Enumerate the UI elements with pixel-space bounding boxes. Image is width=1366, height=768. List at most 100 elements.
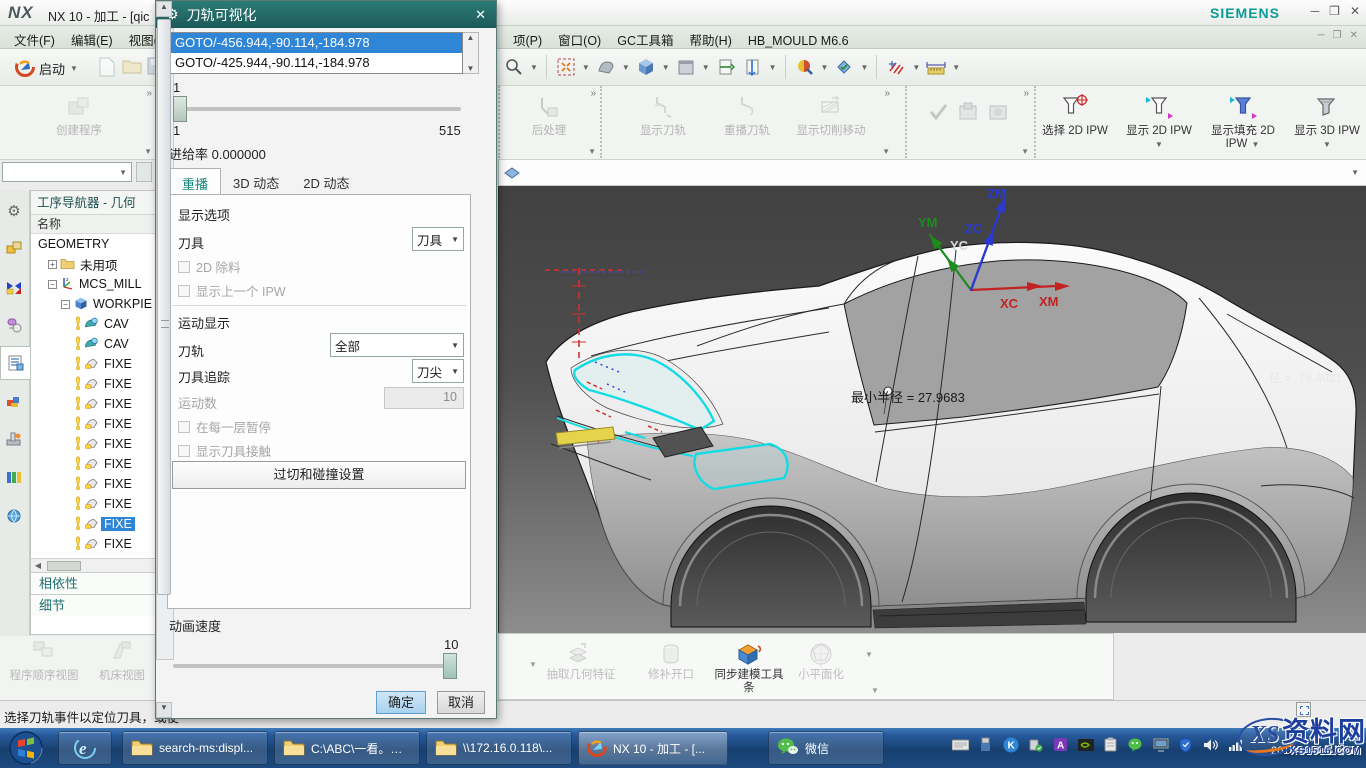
expand-group-icon[interactable]: » bbox=[1023, 88, 1029, 99]
section-1-icon[interactable] bbox=[714, 55, 738, 79]
details-panel[interactable]: 细节 bbox=[31, 594, 164, 616]
menu-item-right-2[interactable]: GC工具箱 bbox=[609, 29, 681, 50]
taskbar-button-4[interactable]: 微信 bbox=[768, 731, 884, 765]
chevron-down-icon[interactable]: ▼ bbox=[621, 63, 631, 72]
mdi-close-icon[interactable]: ✕ bbox=[1350, 30, 1358, 41]
tree-item-label[interactable]: FIXE bbox=[101, 457, 135, 471]
network-tray-icon[interactable] bbox=[1227, 736, 1244, 753]
fit-view-icon[interactable] bbox=[554, 55, 578, 79]
goto-list-item[interactable]: GOTO/-425.944,-90.114,-184.978 bbox=[171, 53, 462, 73]
constraint-navigator-icon[interactable] bbox=[0, 270, 28, 304]
toolbar-button-重播刀轨[interactable]: 重播刀轨 bbox=[708, 92, 786, 138]
chevron-down-icon[interactable]: ▼ bbox=[768, 63, 778, 72]
tree-item-label[interactable]: GEOMETRY bbox=[35, 237, 112, 251]
scroll-up-icon[interactable]: ▲ bbox=[467, 33, 475, 42]
tree-expander[interactable]: − bbox=[48, 280, 57, 289]
measure-icon[interactable] bbox=[924, 55, 948, 79]
tree-item-label[interactable]: FIXE bbox=[101, 397, 135, 411]
ipw-button-ipw-select[interactable]: 选择 2D IPW bbox=[1036, 92, 1114, 138]
expand-group-icon[interactable]: » bbox=[146, 88, 152, 99]
close-icon[interactable]: ✕ bbox=[1350, 4, 1360, 18]
reuse-library-icon[interactable] bbox=[0, 460, 28, 494]
step-slider-track[interactable] bbox=[173, 107, 461, 111]
cancel-button[interactable]: 取消 bbox=[437, 691, 485, 714]
goto-listbox[interactable]: GOTO/-456.944,-90.114,-184.978GOTO/-425.… bbox=[170, 32, 463, 74]
flat-face-icon[interactable] bbox=[674, 55, 698, 79]
tree-row[interactable]: FIXE bbox=[31, 374, 164, 394]
motion-count-input[interactable]: 10 bbox=[384, 387, 464, 409]
taskbar-button-2[interactable]: \\172.16.0.118\... bbox=[426, 731, 572, 765]
chevron-down-icon[interactable]: ▼ bbox=[144, 147, 152, 156]
display-tray-icon[interactable] bbox=[1152, 736, 1169, 753]
navigator-column-header[interactable]: 名称 bbox=[31, 215, 164, 234]
goto-list-item[interactable]: GOTO/-456.944,-90.114,-184.978 bbox=[171, 33, 462, 53]
nvidia-tray-icon[interactable] bbox=[1077, 736, 1094, 753]
selection-extra-button[interactable] bbox=[136, 162, 152, 182]
tree-row[interactable]: −zMCS_MILL bbox=[31, 274, 164, 294]
chevron-down-icon[interactable]: ▼ bbox=[865, 650, 873, 659]
machining-library-icon[interactable] bbox=[0, 384, 28, 418]
step-slider-thumb[interactable] bbox=[173, 96, 187, 122]
tree-row[interactable]: FIXE bbox=[31, 454, 164, 474]
scroll-left-icon[interactable]: ◀ bbox=[31, 561, 45, 570]
tree-item-label[interactable]: FIXE bbox=[101, 417, 135, 431]
ok-button[interactable]: 确定 bbox=[376, 691, 426, 714]
usb-safe-tray-icon[interactable] bbox=[1027, 736, 1044, 753]
gear-icon[interactable]: ⚙ bbox=[0, 194, 28, 228]
tree-row[interactable]: +未用项 bbox=[31, 254, 164, 274]
tree-row[interactable]: FIXE bbox=[31, 434, 164, 454]
open-file-icon[interactable] bbox=[122, 57, 142, 80]
tree-item-label[interactable]: CAV bbox=[101, 317, 132, 331]
show-tool-contact-checkbox[interactable]: 显示刀具接触 bbox=[178, 441, 271, 460]
chevron-down-icon[interactable]: ▼ bbox=[1021, 147, 1029, 156]
tree-item-label[interactable]: FIXE bbox=[101, 357, 135, 371]
taskbar-button-3[interactable]: NX 10 - 加工 - [... bbox=[578, 731, 728, 765]
assembly-navigator-icon[interactable] bbox=[0, 232, 28, 266]
menu-item-0[interactable]: 文件(F) bbox=[6, 29, 63, 50]
machine-tool-view-button[interactable]: 机床视图 bbox=[86, 638, 158, 683]
menu-item-right-4[interactable]: HB_MOULD M6.6 bbox=[740, 33, 857, 49]
tree-row[interactable]: GEOMETRY bbox=[31, 234, 164, 254]
ipw-button-ipw-fill[interactable]: 显示填充 2D IPW ▼ bbox=[1204, 92, 1282, 151]
tree-expander[interactable]: − bbox=[61, 300, 70, 309]
show-previous-ipw-checkbox[interactable]: 显示上一个 IPW bbox=[178, 281, 286, 300]
dictionary-tray-icon[interactable]: A bbox=[1052, 736, 1069, 753]
tree-row[interactable]: FIXE bbox=[31, 414, 164, 434]
restore-icon[interactable]: ❐ bbox=[1329, 4, 1340, 18]
tree-item-label[interactable]: FIXE bbox=[101, 537, 135, 551]
bottom-button-sync-modeling[interactable]: 同步建模工具条 bbox=[711, 639, 787, 695]
menu-item-1[interactable]: 编辑(E) bbox=[63, 29, 121, 50]
scroll-up-icon[interactable]: ▲ bbox=[156, 1, 172, 17]
chevron-down-icon[interactable]: ▼ bbox=[661, 63, 671, 72]
minimize-icon[interactable]: ─ bbox=[1311, 4, 1320, 18]
magnifier-icon[interactable] bbox=[502, 55, 526, 79]
graphics-viewport[interactable]: ZM ZC YM YC XC XM 最小半径 = 27.9683 径 = -76… bbox=[498, 186, 1366, 633]
mdi-restore-icon[interactable]: ❐ bbox=[1333, 30, 1342, 41]
tree-item-label[interactable]: CAV bbox=[101, 337, 132, 351]
bottom-button-facet-body[interactable]: 小平面化 bbox=[783, 639, 859, 682]
speed-slider-thumb[interactable] bbox=[443, 653, 457, 679]
verify-icon-1[interactable] bbox=[927, 100, 951, 129]
tree-item-label[interactable]: WORKPIE bbox=[90, 297, 155, 311]
chevron-down-icon[interactable]: ▼ bbox=[882, 147, 890, 156]
tool-dropdown[interactable]: 刀具▼ bbox=[412, 227, 464, 251]
tree-horizontal-scrollbar[interactable]: ◀ bbox=[31, 558, 164, 572]
tree-row[interactable]: − WORKPIE bbox=[31, 294, 164, 314]
dialog-close-icon[interactable]: ✕ bbox=[475, 7, 486, 23]
taskbar-button-1[interactable]: C:\ABC\一看。刘... bbox=[274, 731, 420, 765]
bottom-button-extract-geometry[interactable]: 抽取几何特征 bbox=[543, 639, 619, 682]
tree-row[interactable]: CAV bbox=[31, 314, 164, 334]
chevron-down-icon[interactable]: ▼ bbox=[911, 63, 921, 72]
taskbar-button-0[interactable]: search-ms:displ... bbox=[122, 731, 268, 765]
scrollbar-thumb[interactable] bbox=[157, 19, 171, 595]
tool-trace-dropdown[interactable]: 刀尖▼ bbox=[412, 359, 464, 383]
tree-item-label[interactable]: FIXE bbox=[101, 377, 135, 391]
taskbar-ie-button[interactable]: e bbox=[58, 731, 112, 765]
volume-tray-icon[interactable] bbox=[1202, 736, 1219, 753]
edit-display-icon[interactable] bbox=[793, 55, 817, 79]
security-shield-tray-icon[interactable] bbox=[1177, 736, 1194, 753]
scroll-down-icon[interactable]: ▼ bbox=[467, 64, 475, 73]
tree-row[interactable]: FIXE bbox=[31, 474, 164, 494]
chevron-down-icon[interactable]: ▼ bbox=[871, 686, 879, 695]
tree-expander[interactable]: + bbox=[48, 260, 57, 269]
